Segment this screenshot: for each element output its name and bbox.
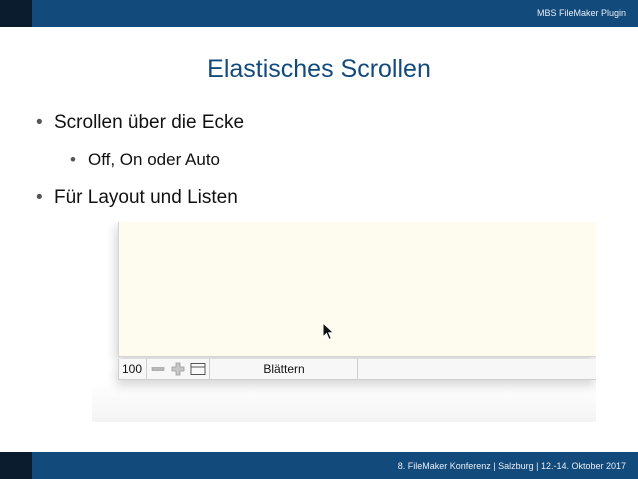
browse-mode-button[interactable]: Blättern	[213, 362, 355, 376]
divider	[209, 359, 210, 379]
bullet-item: • Scrollen über die Ecke	[36, 112, 244, 134]
bullet-marker: •	[36, 112, 43, 133]
status-toolbar: 100 Blättern	[118, 359, 596, 380]
bullet-text: Für Layout und Listen	[54, 187, 238, 208]
filemaker-window-screenshot: 100 Blättern	[92, 222, 596, 422]
layout-toggle-icon[interactable]	[190, 362, 206, 376]
bullet-text: Scrollen über die Ecke	[54, 112, 245, 133]
footer-corner-block	[0, 452, 32, 479]
bullet-marker: •	[36, 187, 43, 208]
header-corner-block	[0, 0, 32, 27]
brand-label: MBS FileMaker Plugin	[536, 8, 626, 18]
zoom-in-icon[interactable]	[171, 362, 185, 376]
mouse-pointer-icon	[322, 322, 335, 341]
bullet-item: • Für Layout und Listen	[36, 187, 238, 209]
sub-bullet-item: • Off, On oder Auto	[70, 150, 220, 170]
zoom-level[interactable]: 100	[122, 362, 142, 376]
divider	[357, 359, 358, 379]
header-bar: MBS FileMaker Plugin	[0, 0, 638, 27]
zoom-out-icon[interactable]	[151, 363, 165, 375]
layout-content-area[interactable]	[118, 222, 596, 357]
slide-title: Elastisches Scrollen	[207, 55, 431, 83]
footer-label: 8. FileMaker Konferenz | Salzburg | 12.-…	[397, 461, 626, 471]
footer-bar: 8. FileMaker Konferenz | Salzburg | 12.-…	[0, 452, 638, 479]
divider	[146, 359, 147, 379]
bullet-text: Off, On oder Auto	[88, 150, 220, 169]
bullet-marker: •	[70, 150, 76, 169]
